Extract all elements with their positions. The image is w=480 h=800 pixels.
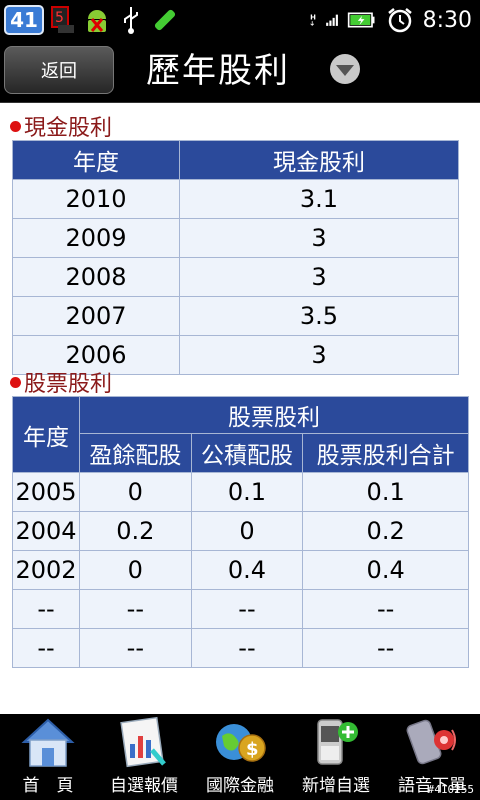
status-bar: 41 5 H 8:30	[0, 0, 480, 40]
alarm-icon	[385, 5, 415, 35]
bottom-nav: 首 頁 自選報價 $ 國際金融 新增自選 語音下單 #410255	[0, 714, 480, 800]
android-debug-icon	[82, 5, 112, 35]
total-cell: --	[302, 589, 469, 629]
nav-item-international[interactable]: $ 國際金融	[192, 714, 288, 800]
earnings-cell: --	[79, 628, 192, 668]
value-cell: 3	[179, 218, 459, 258]
value-cell: 3	[179, 335, 459, 375]
year-cell: 2007	[12, 296, 180, 336]
value-cell: 3.5	[179, 296, 459, 336]
nav-label-international: 國際金融	[206, 776, 274, 796]
reserve-cell: 0	[190, 511, 304, 551]
year-cell: --	[12, 589, 80, 629]
table-row: 2002 0 0.4 0.4	[12, 550, 469, 590]
year-cell: 2008	[12, 257, 180, 297]
svg-text:$: $	[246, 739, 259, 760]
earnings-cell: 0.2	[79, 511, 192, 551]
stock-dividend-title-text: 股票股利	[24, 372, 113, 397]
status-bar-notifications: 41 5	[0, 0, 180, 40]
total-cell: 0.4	[302, 550, 469, 590]
column-header-earnings: 盈餘配股	[79, 433, 192, 473]
total-cell: --	[302, 628, 469, 668]
table-header-row: 年度 現金股利	[12, 140, 459, 180]
earnings-cell: 0	[79, 472, 192, 512]
column-header-year: 年度	[12, 396, 80, 473]
year-cell: 2002	[12, 550, 80, 590]
table-row: 2008 3	[12, 257, 459, 297]
watermark: #410255	[427, 783, 474, 796]
svg-text:5: 5	[55, 10, 64, 26]
total-cell: 0.2	[302, 511, 469, 551]
stock-dividend-section-title: 股票股利	[10, 366, 112, 398]
page-title: 歷年股利	[146, 51, 290, 91]
stock-dividend-table: 年度 股票股利 盈餘配股 公積配股 股票股利合計 2005 0 0.1 0.1 …	[12, 396, 469, 668]
value-cell: 3	[179, 257, 459, 297]
year-cell: 2009	[12, 218, 180, 258]
year-cell: 2004	[12, 511, 80, 551]
column-header-cash-dividend: 現金股利	[179, 140, 459, 180]
table-row: 2005 0 0.1 0.1	[12, 472, 469, 512]
usb-icon	[116, 5, 146, 35]
column-header-reserve: 公積配股	[190, 433, 304, 473]
table-subheader-row: 盈餘配股 公積配股 股票股利合計	[13, 433, 469, 473]
nav-label-add-watchlist: 新增自選	[302, 776, 370, 796]
nav-label-quotes: 自選報價	[110, 776, 178, 796]
table-row: -- -- -- --	[12, 589, 469, 629]
cash-dividend-title-text: 現金股利	[24, 116, 113, 141]
nav-item-add-watchlist[interactable]: 新增自選	[288, 714, 384, 800]
nav-item-quotes[interactable]: 自選報價	[96, 714, 192, 800]
table-row: -- -- -- --	[12, 628, 469, 668]
earnings-cell: --	[79, 589, 192, 629]
clock: 8:30	[422, 7, 472, 33]
title-bar: 返回 歷年股利	[0, 40, 480, 103]
chevron-down-icon[interactable]	[330, 54, 360, 84]
column-header-total: 股票股利合計	[302, 433, 469, 473]
column-header-year: 年度	[12, 140, 180, 180]
total-cell: 0.1	[302, 472, 469, 512]
notification-count-badge: 41	[4, 5, 44, 35]
globe-money-icon: $	[212, 715, 268, 769]
cash-dividend-table: 年度 現金股利 2010 3.1 2009 3 2008 3 2007 3.5 …	[12, 140, 459, 375]
bullet-icon	[10, 376, 21, 388]
home-icon	[20, 715, 76, 769]
voice-order-icon	[404, 715, 460, 769]
table-row: 2009 3	[12, 218, 459, 258]
quote-chart-icon	[116, 715, 172, 769]
value-cell: 3.1	[179, 179, 459, 219]
phone-add-icon	[308, 715, 364, 769]
earnings-cell: 0	[79, 550, 192, 590]
status-bar-system: H 8:30	[309, 0, 472, 40]
reserve-cell: 0.1	[190, 472, 304, 512]
year-cell: 2005	[12, 472, 80, 512]
battery-icon	[347, 5, 377, 35]
bullet-icon	[10, 120, 21, 132]
column-group-header-stock-dividend: 股票股利	[79, 396, 469, 434]
cash-dividend-section-title: 現金股利	[10, 110, 112, 142]
table-header-row: 年度 股票股利	[12, 396, 469, 473]
reserve-cell: 0.4	[190, 550, 304, 590]
nav-label-home: 首 頁	[22, 776, 74, 796]
back-button[interactable]: 返回	[4, 46, 114, 94]
reserve-cell: --	[190, 589, 304, 629]
year-cell: 2010	[12, 179, 180, 219]
nav-item-home[interactable]: 首 頁	[0, 714, 96, 800]
svg-text:H: H	[310, 13, 316, 21]
battery-app-icon	[150, 5, 180, 35]
year-cell: --	[12, 628, 80, 668]
table-row: 2010 3.1	[12, 179, 459, 219]
signal-h-icon: H	[309, 5, 339, 35]
reserve-cell: --	[190, 628, 304, 668]
table-row: 2007 3.5	[12, 296, 459, 336]
table-row: 2004 0.2 0 0.2	[12, 511, 469, 551]
calendar-icon: 5	[48, 5, 78, 35]
